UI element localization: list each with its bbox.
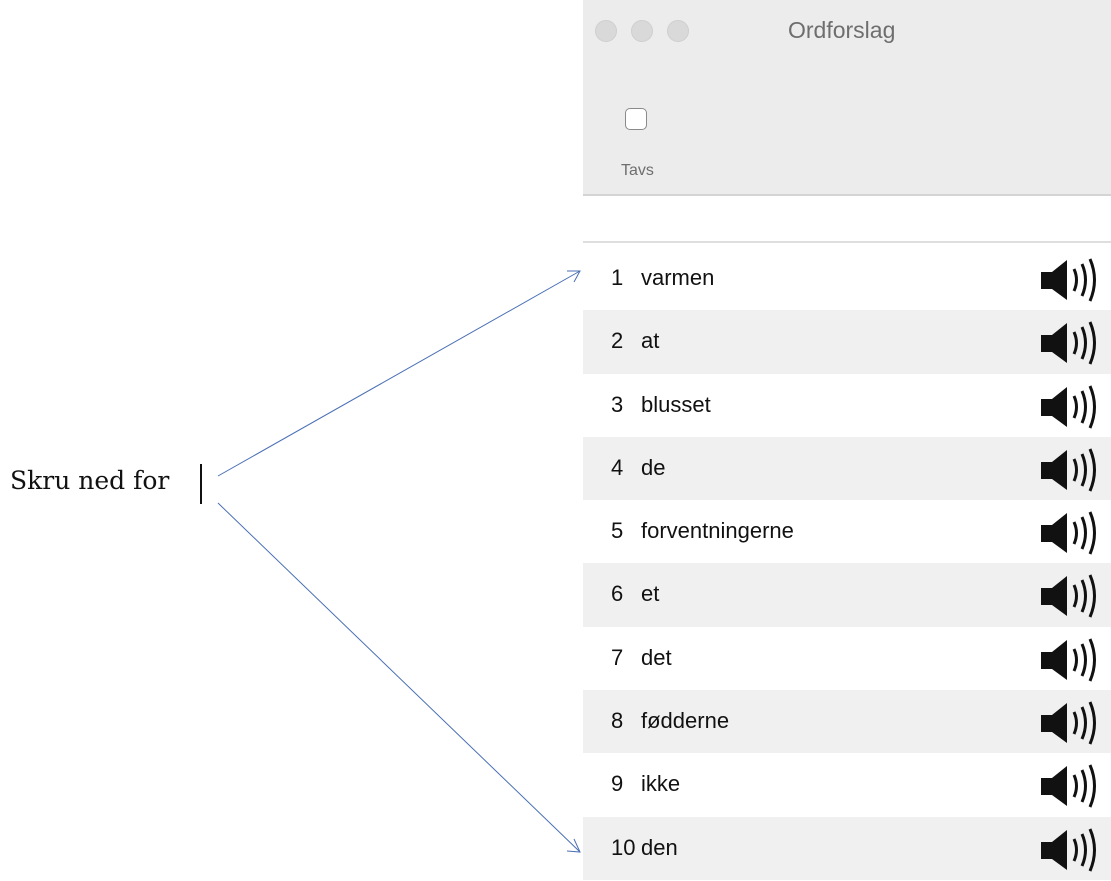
speaker-icon[interactable] xyxy=(1041,320,1105,366)
silent-label: Tavs xyxy=(621,162,654,179)
speaker-icon[interactable] xyxy=(1041,447,1105,493)
suggestion-number: 9 xyxy=(611,771,624,797)
suggestion-number: 8 xyxy=(611,708,624,734)
text-caret xyxy=(200,464,202,504)
speaker-icon[interactable] xyxy=(1041,510,1105,556)
list-header-gap xyxy=(583,196,1111,243)
suggestion-row-4[interactable]: 4 de xyxy=(583,436,1111,501)
speaker-icon[interactable] xyxy=(1041,827,1105,873)
suggestion-word: forventningerne xyxy=(641,518,794,544)
suggestions-window: Ordforslag Tavs 1 varmen 2 at 3 blusset xyxy=(583,0,1111,881)
suggestion-row-10[interactable]: 10 den xyxy=(583,816,1111,880)
arrow-to-last-suggestion xyxy=(217,502,581,853)
suggestion-word: ikke xyxy=(641,771,681,797)
suggestion-number: 10 xyxy=(611,834,636,860)
suggestion-word: varmen xyxy=(641,265,715,290)
suggestion-list: 1 varmen 2 at 3 blusset 4 de 5 forventni… xyxy=(583,247,1111,880)
suggestion-number: 4 xyxy=(611,454,624,480)
suggestion-row-8[interactable]: 8 fødderne xyxy=(583,690,1111,754)
minimize-window-button[interactable] xyxy=(631,20,653,42)
suggestion-number: 5 xyxy=(611,518,624,544)
suggestion-row-2[interactable]: 2 at xyxy=(583,310,1111,374)
suggestion-row-9[interactable]: 9 ikke xyxy=(583,753,1111,816)
window-title: Ordforslag xyxy=(788,17,896,43)
suggestion-word: de xyxy=(641,454,666,480)
suggestion-number: 3 xyxy=(611,391,624,417)
speaker-icon[interactable] xyxy=(1041,384,1105,430)
speaker-icon[interactable] xyxy=(1041,637,1105,683)
suggestion-word: den xyxy=(641,834,678,860)
arrowhead-top xyxy=(567,270,581,283)
zoom-window-button[interactable] xyxy=(667,20,689,42)
speaker-icon[interactable] xyxy=(1041,763,1105,809)
speaker-icon[interactable] xyxy=(1041,573,1105,619)
suggestion-word: at xyxy=(641,328,660,354)
suggestion-number: 1 xyxy=(611,265,624,290)
speaker-icon[interactable] xyxy=(1041,700,1105,746)
suggestion-number: 6 xyxy=(611,581,624,607)
suggestion-word: blusset xyxy=(641,391,711,417)
arrowhead-bottom xyxy=(566,838,581,853)
suggestion-row-5[interactable]: 5 forventningerne xyxy=(583,500,1111,563)
silent-checkbox[interactable] xyxy=(625,108,647,130)
suggestion-row-3[interactable]: 3 blusset xyxy=(583,374,1111,437)
suggestion-row-6[interactable]: 6 et xyxy=(583,563,1111,627)
titlebar: Ordforslag Tavs xyxy=(583,0,1111,196)
suggestion-word: fødderne xyxy=(641,708,730,734)
speaker-icon[interactable] xyxy=(1041,257,1105,303)
close-window-button[interactable] xyxy=(595,20,617,42)
suggestion-number: 7 xyxy=(611,644,624,670)
suggestion-word: et xyxy=(641,581,660,607)
suggestion-row-1[interactable]: 1 varmen xyxy=(583,247,1111,310)
suggestion-row-7[interactable]: 7 det xyxy=(583,627,1111,690)
suggestion-number: 2 xyxy=(611,328,624,354)
arrow-to-first-suggestion xyxy=(217,270,581,477)
suggestion-word: det xyxy=(641,644,672,670)
document-text: Skru ned for xyxy=(10,466,170,495)
